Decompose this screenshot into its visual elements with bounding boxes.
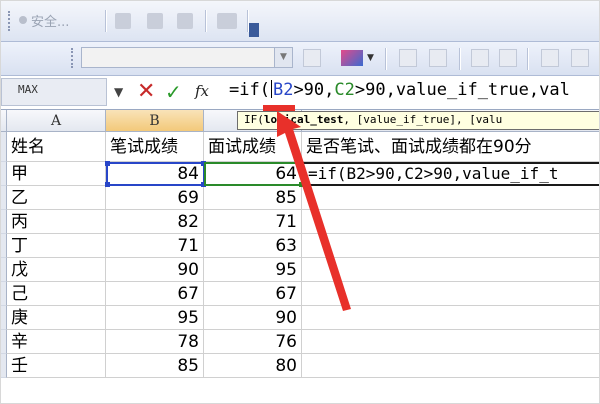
spreadsheet-window: 安全... ▼ ▼ MAX ▼ ✕ ✓ fx =if(B2>90,C2>90,… [0, 0, 600, 404]
arrow-shape [277, 111, 351, 311]
annotation-arrow [263, 105, 351, 311]
arrow-underline [263, 105, 295, 111]
